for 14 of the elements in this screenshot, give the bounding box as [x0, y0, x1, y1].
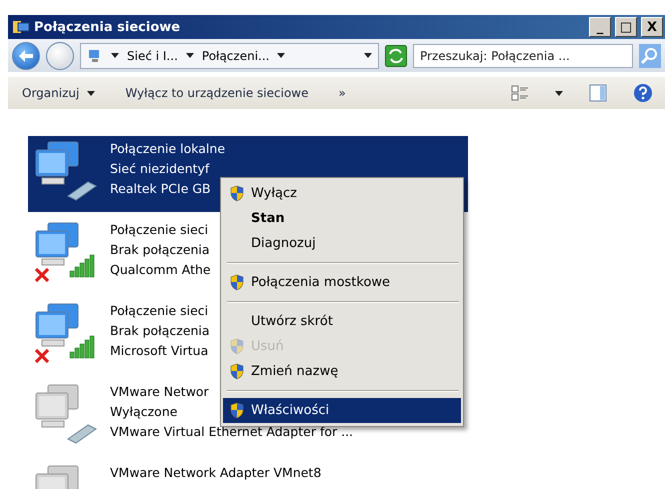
- adapter-text: Realtek PCIe GB: [110, 180, 211, 198]
- adapter-text: Połączenie sieci: [110, 302, 208, 320]
- adapter-text: Qualcomm Athe: [110, 261, 211, 279]
- adapter-text: Sieć niezidentyf: [110, 160, 210, 178]
- adapter-text: Microsoft Virtua: [110, 342, 208, 360]
- adapter-text: Wyłączone: [110, 403, 178, 421]
- window-title: Połączenia sieciowe: [34, 20, 182, 34]
- adapter-text: VMware Networ: [110, 383, 209, 401]
- adapter-text: Połączenie sieci: [110, 221, 208, 239]
- adapter-text: Połączenie lokalne: [110, 140, 226, 158]
- adapter-text: VMware Virtual Ethernet Adapter for ...: [110, 423, 354, 441]
- adapter-text: Brak połączenia: [110, 241, 210, 259]
- adapter-text: VMware Network Adapter VMnet8: [110, 464, 322, 482]
- adapter-text: Brak połączenia: [110, 322, 210, 340]
